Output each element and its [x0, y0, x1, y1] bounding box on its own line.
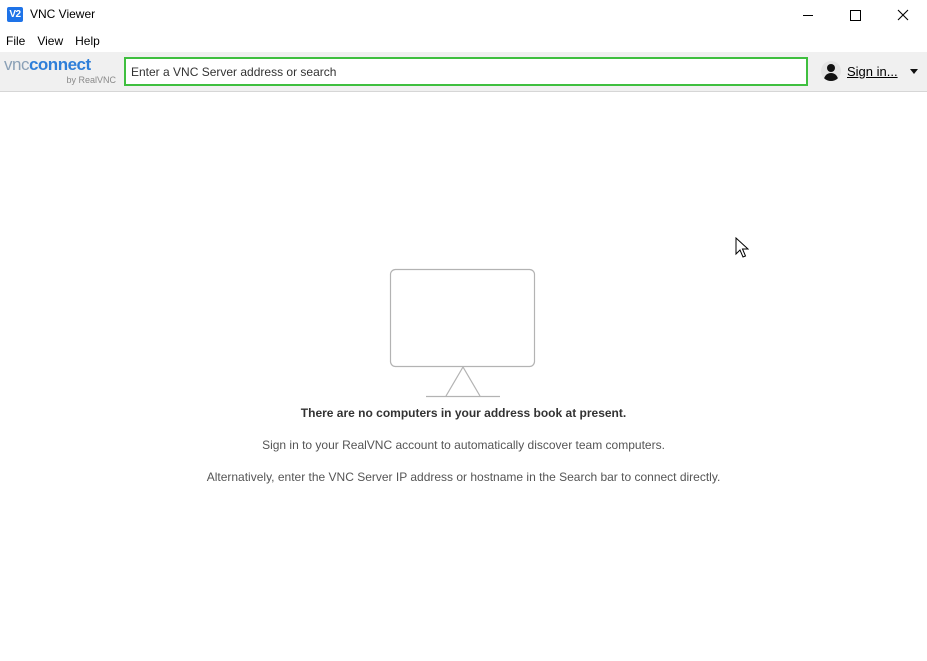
logo-byline: by RealVNC: [66, 75, 116, 85]
close-button[interactable]: [880, 0, 926, 30]
menu-file[interactable]: File: [0, 31, 31, 51]
empty-state-hint-signin: Sign in to your RealVNC account to autom…: [262, 438, 665, 452]
logo-vnc-text: vnc: [4, 55, 29, 74]
sign-in-label: Sign in...: [847, 63, 898, 79]
logo-connect-text: connect: [28, 55, 91, 74]
empty-state-title: There are no computers in your address b…: [300, 406, 627, 420]
search-input[interactable]: [126, 59, 806, 84]
minimize-icon: [803, 14, 813, 16]
maximize-button[interactable]: [832, 0, 878, 30]
vnc-app-icon: V2: [7, 7, 23, 22]
title-bar: V2 VNC Viewer: [0, 0, 927, 30]
window-title: VNC Viewer: [30, 7, 96, 21]
search-box: [124, 57, 808, 86]
maximize-icon: [849, 9, 861, 21]
chevron-down-icon[interactable]: [909, 68, 918, 74]
user-avatar-icon: [821, 61, 841, 81]
menu-view[interactable]: View: [31, 31, 69, 51]
toolbar: vncconnect by RealVNC Sign in...: [0, 52, 927, 92]
menu-bar: File View Help: [0, 31, 927, 51]
menu-help[interactable]: Help: [69, 31, 106, 51]
sign-in-button[interactable]: Sign in...: [821, 60, 918, 82]
minimize-button[interactable]: [785, 0, 831, 30]
mouse-cursor-icon: [735, 237, 749, 258]
empty-state-hint-search: Alternatively, enter the VNC Server IP a…: [206, 470, 721, 484]
vnc-connect-logo: vncconnect by RealVNC: [4, 56, 118, 86]
monitor-icon: [389, 268, 536, 398]
close-icon: [897, 9, 909, 21]
